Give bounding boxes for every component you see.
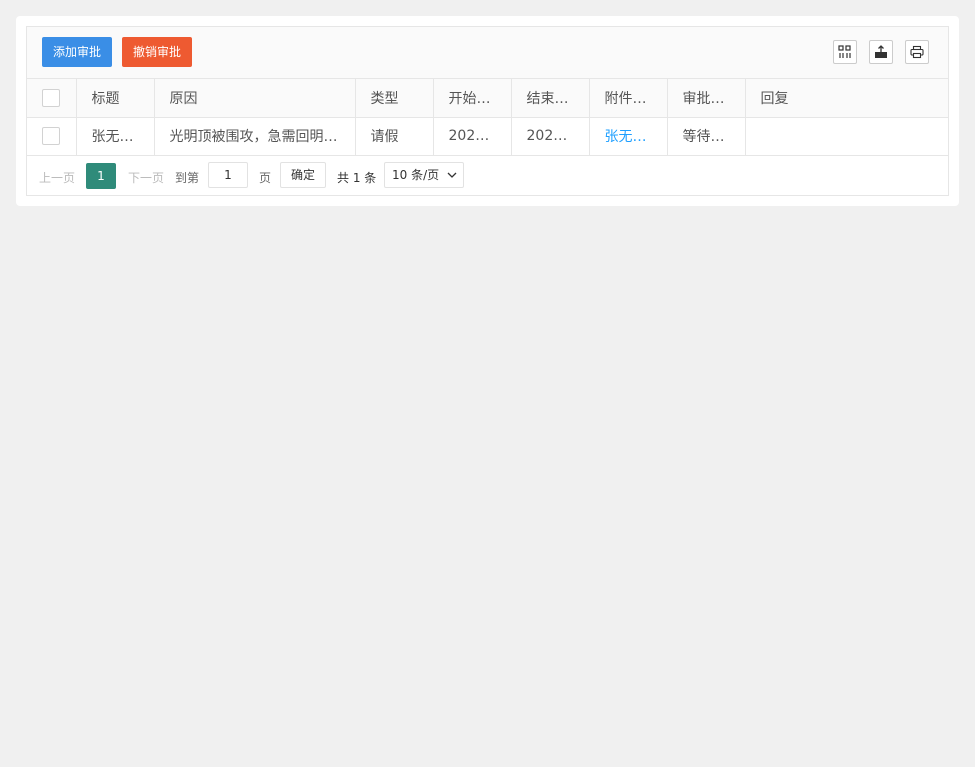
page-unit-label: 页 [259, 170, 272, 185]
table-row[interactable]: 张无… 光明顶被围攻，急需回明… 请假 2021… 2021… 张无… 等待… [27, 117, 948, 156]
select-all-checkbox[interactable] [42, 88, 61, 107]
header-approval[interactable]: 审批… [667, 79, 746, 118]
row-select-cell [27, 117, 77, 156]
cell-end: 2021… [511, 117, 590, 156]
header-title[interactable]: 标题 [76, 79, 155, 118]
header-end[interactable]: 结束… [511, 79, 590, 118]
goto-page-input[interactable] [208, 161, 248, 188]
pagination: 上一页 1 下一页 到第 页 确定 共 1 条 10 条/页 [27, 156, 948, 194]
row-checkbox[interactable] [42, 127, 61, 145]
revoke-approval-button[interactable]: 撤销审批 [122, 37, 193, 67]
cell-reason: 光明顶被围攻，急需回明… [154, 117, 356, 156]
header-reason[interactable]: 原因 [154, 79, 356, 118]
current-page-button[interactable]: 1 [86, 162, 116, 189]
export-icon[interactable] [869, 40, 893, 64]
table-header-row: 标题 原因 类型 开始… 结束… 附件(… 审批… 回复 [27, 79, 948, 118]
cell-attachment-link[interactable]: 张无… [589, 117, 668, 156]
cell-type: 请假 [355, 117, 434, 156]
page-size-select[interactable]: 10 条/页 [384, 161, 464, 188]
print-icon[interactable] [905, 40, 929, 64]
main-card: 添加审批 撤销审批 标题 原因 类型 开始… 结束… 附件(… 审批… 回复 张… [16, 16, 959, 206]
goto-label: 到第 [175, 170, 200, 185]
cell-approval: 等待… [667, 117, 746, 156]
columns-icon[interactable] [833, 40, 857, 64]
table-toolbar: 添加审批 撤销审批 [27, 27, 948, 79]
cell-start: 2021… [433, 117, 512, 156]
approval-table-container: 添加审批 撤销审批 标题 原因 类型 开始… 结束… 附件(… 审批… 回复 张… [26, 26, 949, 196]
header-reply[interactable]: 回复 [745, 79, 948, 118]
cell-title: 张无… [76, 117, 155, 156]
page-size-value: 10 条/页 [392, 167, 440, 182]
confirm-page-button[interactable]: 确定 [280, 161, 326, 188]
prev-page-button[interactable]: 上一页 [39, 169, 75, 186]
next-page-button[interactable]: 下一页 [128, 169, 164, 186]
header-type[interactable]: 类型 [355, 79, 434, 118]
cell-reply [745, 117, 948, 156]
header-start[interactable]: 开始… [433, 79, 512, 118]
approval-table: 标题 原因 类型 开始… 结束… 附件(… 审批… 回复 张无… 光明顶被围攻，… [27, 79, 948, 156]
add-approval-button[interactable]: 添加审批 [42, 37, 113, 67]
header-attachment[interactable]: 附件(… [589, 79, 668, 118]
total-count: 共 1 条 [337, 170, 377, 185]
chevron-down-icon [447, 172, 457, 178]
select-all-cell [27, 79, 77, 118]
